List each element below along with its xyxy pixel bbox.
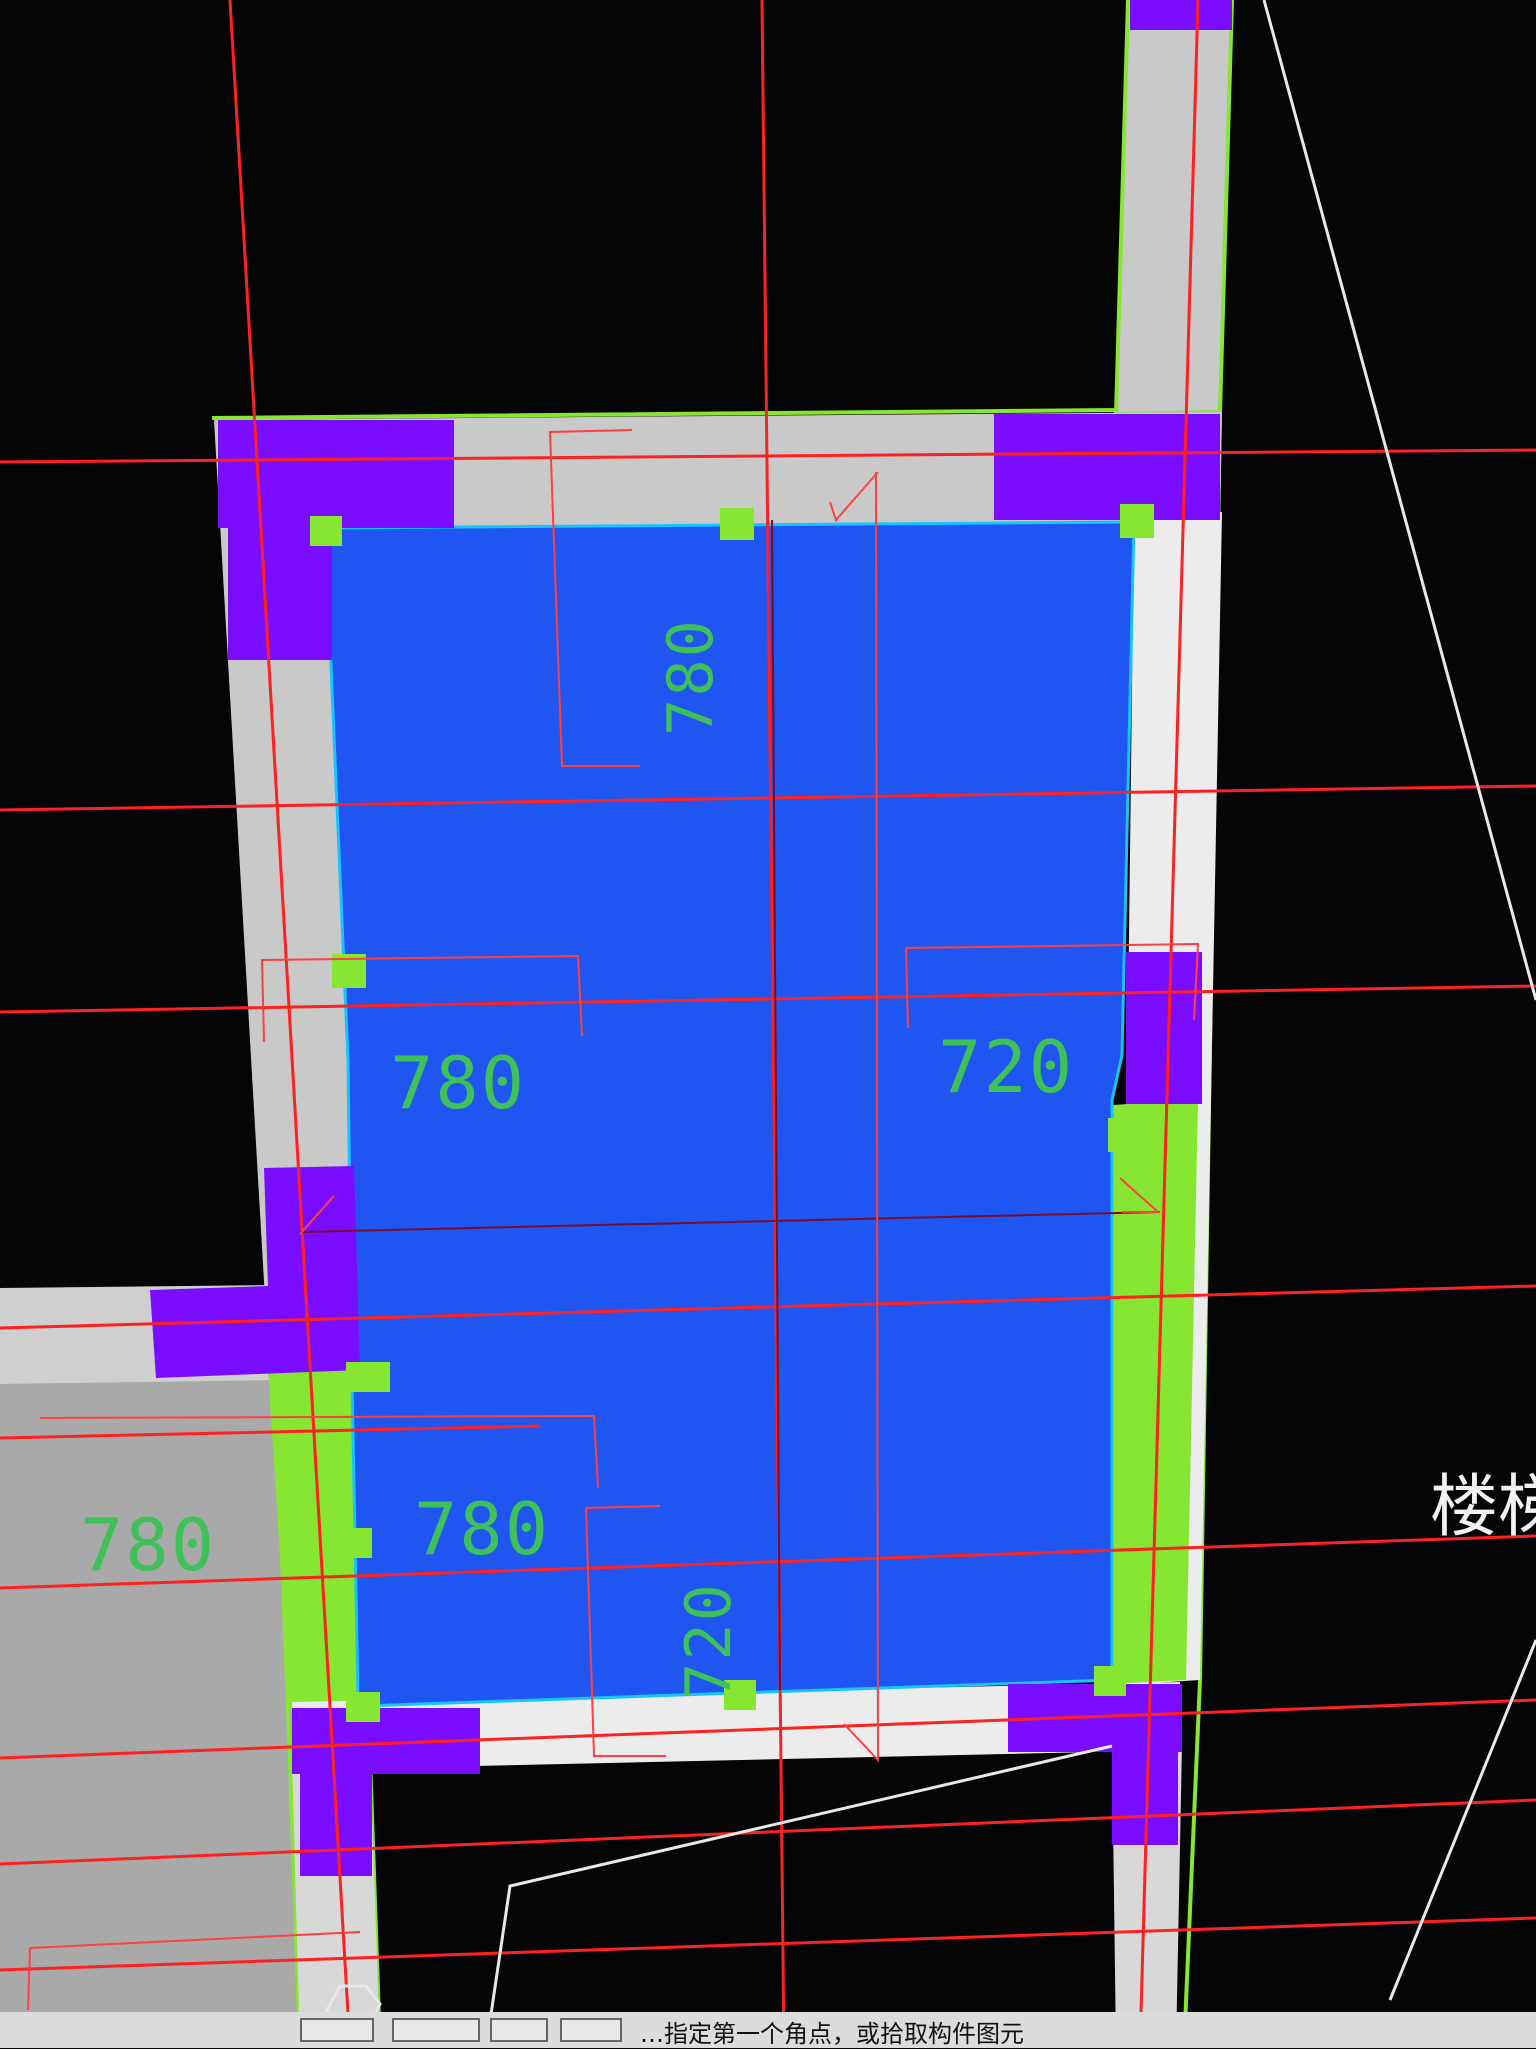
grip-handle[interactable] (346, 1692, 380, 1722)
dimension-bottom-vertical: 720 (672, 1582, 745, 1700)
status-button[interactable] (392, 2018, 480, 2042)
dimension-top-vertical: 780 (654, 618, 727, 736)
grip-handle[interactable] (310, 516, 342, 546)
room-label: 楼梯 (1430, 1468, 1536, 1547)
column-right-middle[interactable] (1126, 952, 1202, 1104)
status-button[interactable] (490, 2018, 548, 2042)
dimension-left-middle: 780 (390, 1041, 526, 1125)
cad-canvas[interactable]: 780 780 720 780 720 780 楼梯 (0, 0, 1536, 2048)
grip-handle[interactable] (342, 1528, 372, 1558)
status-hint: …指定第一个角点，或拾取构件图元 (640, 2020, 1024, 2048)
status-button[interactable] (300, 2018, 374, 2042)
column-top-left[interactable] (218, 420, 454, 528)
grip-handle[interactable] (1120, 504, 1154, 538)
grip-handle[interactable] (1094, 1666, 1126, 1696)
dimension-outside-left: 780 (80, 1503, 216, 1587)
grip-handle[interactable] (1108, 1118, 1142, 1152)
column-top-right-end[interactable] (1130, 0, 1232, 30)
dimension-bottom-left: 780 (414, 1487, 550, 1571)
wall-top-right[interactable] (1113, 0, 1235, 417)
grip-handle[interactable] (720, 508, 754, 540)
dimension-right-middle: 720 (938, 1025, 1074, 1109)
grip-handle[interactable] (346, 1362, 390, 1392)
status-button[interactable] (560, 2018, 622, 2042)
